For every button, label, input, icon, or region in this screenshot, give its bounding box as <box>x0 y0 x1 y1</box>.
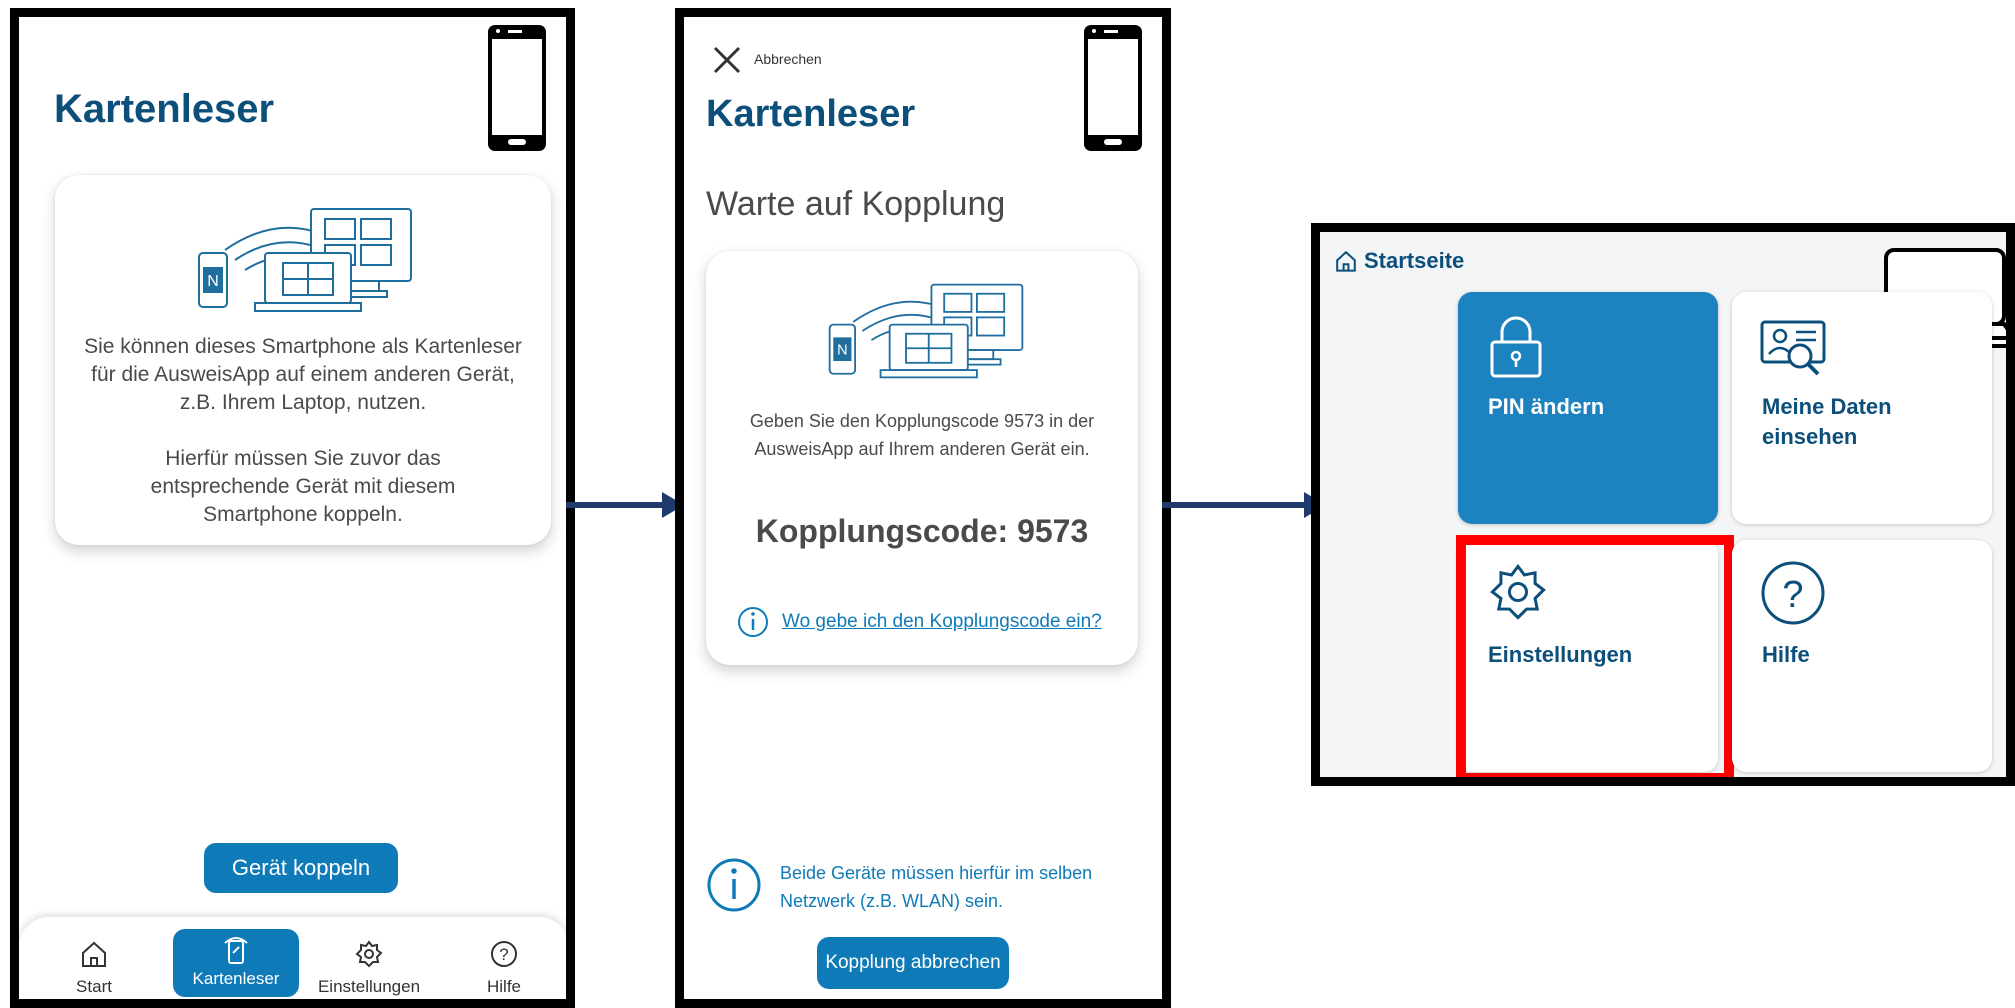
devices-illustration-icon: N <box>828 283 1024 379</box>
smartphone-icon <box>1084 25 1142 151</box>
nav-item-einstellungen[interactable]: Einstellungen <box>309 939 429 999</box>
flow-arrow-2 <box>1162 502 1314 508</box>
smartphone-icon <box>488 25 546 151</box>
close-icon[interactable] <box>712 45 742 75</box>
lock-icon <box>1490 316 1542 378</box>
info-icon <box>738 607 768 637</box>
pairing-instruction: Geben Sie den Kopplungscode 9573 in der … <box>749 411 1095 459</box>
nav-item-hilfe[interactable]: ? Hilfe <box>459 939 549 999</box>
pairing-code-prefix: Kopplungscode: <box>755 513 1018 549</box>
info-icon <box>707 858 761 912</box>
home-icon <box>1336 250 1356 272</box>
svg-text:N: N <box>837 343 848 359</box>
svg-text:?: ? <box>1782 574 1803 616</box>
pairing-help-link[interactable]: Wo gebe ich den Kopplungscode ein? <box>782 611 1102 633</box>
tile-change-pin[interactable]: PIN ändern <box>1458 292 1718 524</box>
tile-label-my-data: Meine Daten einsehen <box>1762 394 1892 449</box>
description-2: Hierfür müssen Sie zuvor das entsprechen… <box>150 447 456 526</box>
home-icon <box>82 941 106 967</box>
svg-text:?: ? <box>499 945 508 964</box>
tile-label-help: Hilfe <box>1762 642 1810 667</box>
phone-screen-pairing: Abbrechen Kartenleser Warte auf Kopplung <box>675 8 1171 1008</box>
tile-help[interactable]: ? Hilfe <box>1732 540 1992 772</box>
nav-item-kartenleser[interactable]: Kartenleser <box>173 929 299 997</box>
nav-label-hilfe: Hilfe <box>486 977 521 996</box>
nav-label-kartenleser: Kartenleser <box>192 969 280 988</box>
abort-pairing-button[interactable]: Kopplung abbrechen <box>817 937 1009 989</box>
nav-label-start: Start <box>76 977 112 996</box>
tile-label-change-pin: PIN ändern <box>1488 394 1605 419</box>
pairing-code-value: 9573 <box>1017 513 1089 549</box>
highlight-frame <box>1456 535 1734 777</box>
devices-illustration-icon: N <box>198 208 412 312</box>
gear-icon <box>355 940 383 968</box>
card-reader-icon <box>224 937 248 964</box>
help-icon: ? <box>1761 561 1825 625</box>
cancel-label[interactable]: Abbrechen <box>754 51 822 67</box>
desktop-start-page: Startseite PIN ändern Meine Daten einseh… <box>1311 223 2015 786</box>
page-title: Kartenleser <box>54 87 275 131</box>
info-card: N Sie können dieses Smartphone als Karte… <box>55 175 551 545</box>
nav-item-start[interactable]: Start <box>49 939 139 999</box>
id-card-search-icon <box>1760 320 1826 376</box>
page-title: Kartenleser <box>706 93 916 135</box>
tile-my-data[interactable]: Meine Daten einsehen <box>1732 292 1992 524</box>
page-subtitle: Warte auf Kopplung <box>706 185 1006 223</box>
network-hint: Beide Geräte müssen hierfür im selben Ne… <box>780 863 1093 911</box>
phone-screen-card-reader: Kartenleser N Sie können dieses Smartpho… <box>10 8 575 1008</box>
help-icon: ? <box>491 941 517 967</box>
description-1: Sie können dieses Smartphone als Kartenl… <box>84 335 522 414</box>
pairing-code: Kopplungscode: 9573 <box>706 513 1138 550</box>
pairing-card: N Geben Sie den Kopplungscode 9573 in de… <box>706 251 1138 665</box>
breadcrumb[interactable]: Startseite <box>1364 248 1464 274</box>
flow-arrow-1 <box>566 502 671 508</box>
bottom-navigation: Start Kartenleser Einstellungen ? Hilfe <box>19 917 566 999</box>
pair-device-button[interactable]: Gerät koppeln <box>204 843 398 893</box>
svg-text:N: N <box>207 273 219 290</box>
nav-label-einstellungen: Einstellungen <box>317 977 421 996</box>
